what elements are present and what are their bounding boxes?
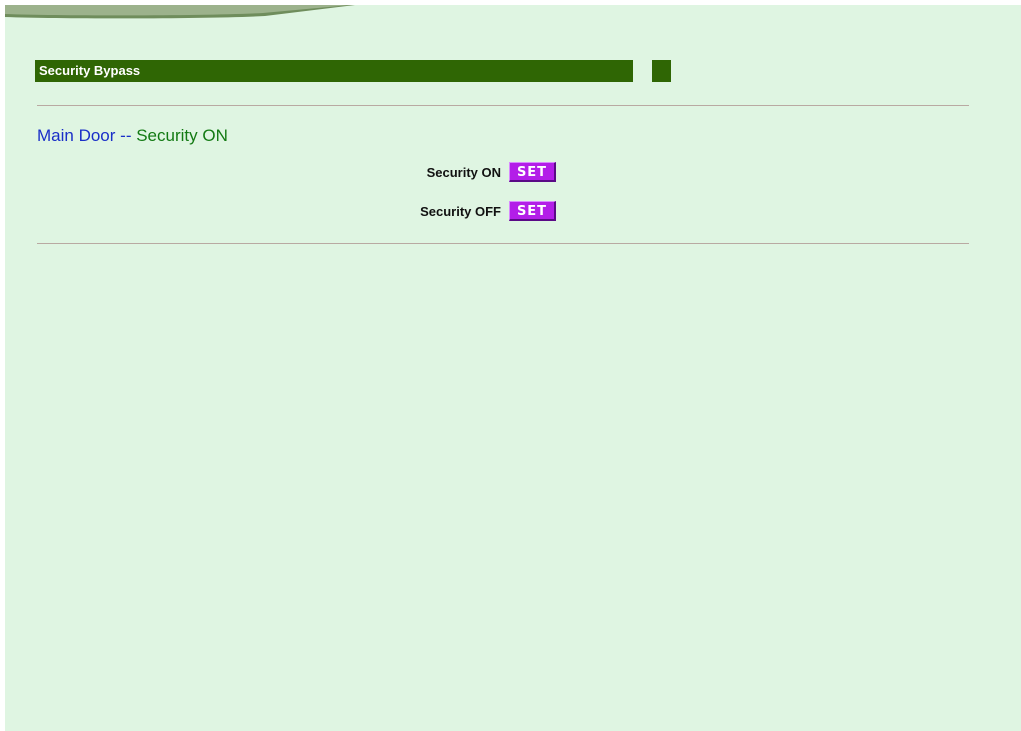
page-title: Security Bypass	[35, 60, 633, 82]
title-bar-square-decoration	[652, 60, 671, 82]
door-status-separator: --	[120, 126, 132, 145]
security-off-set-button[interactable]: SET	[509, 201, 556, 221]
top-divider	[37, 105, 969, 106]
page-background: Security Bypass Main Door -- Security ON…	[5, 5, 1021, 731]
door-security-state: Security ON	[136, 126, 228, 145]
door-status-heading: Main Door -- Security ON	[37, 125, 228, 147]
header-swoosh-graphic	[5, 5, 355, 19]
security-off-label: Security OFF	[420, 203, 501, 219]
security-on-label: Security ON	[426, 164, 501, 180]
security-on-set-button[interactable]: SET	[509, 162, 556, 182]
door-name: Main Door	[37, 126, 116, 145]
bottom-divider	[37, 243, 969, 244]
security-on-row: Security ON SET	[427, 162, 556, 182]
security-off-row: Security OFF SET	[420, 201, 556, 221]
